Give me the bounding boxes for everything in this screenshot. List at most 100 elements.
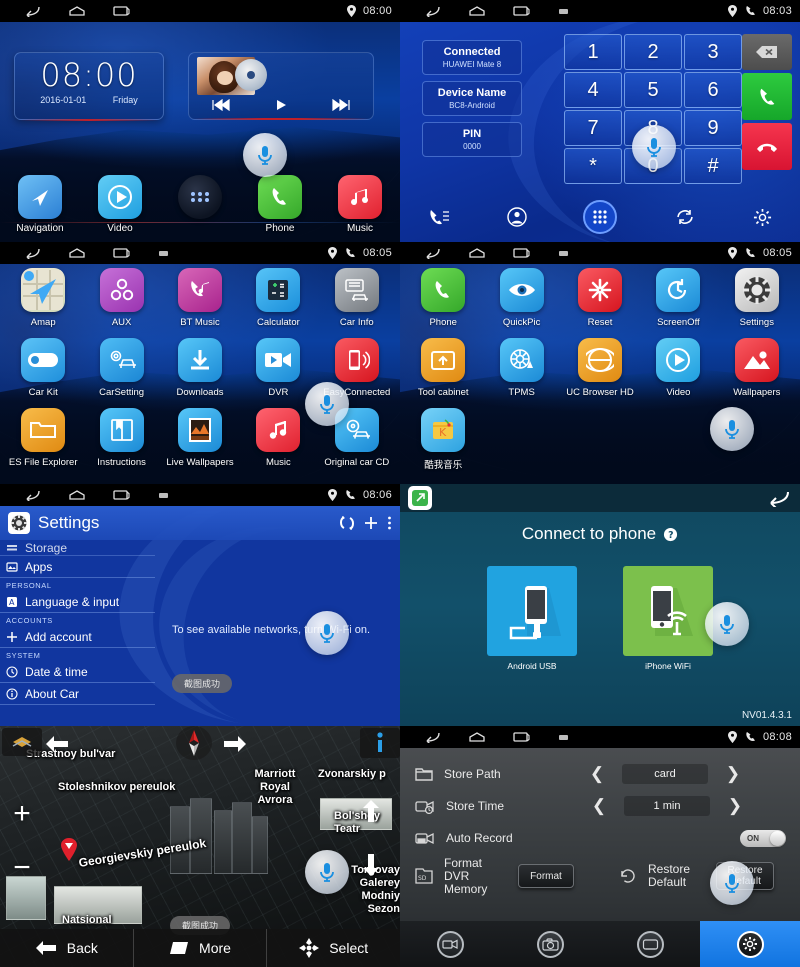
app-item-reset[interactable]: Reset — [561, 268, 639, 338]
screenshot-icon[interactable] — [558, 248, 570, 258]
voice-assistant-orb[interactable] — [705, 602, 749, 646]
app-item-settings[interactable]: Settings — [718, 268, 796, 338]
dial-key-6[interactable]: 6 — [684, 72, 742, 108]
contacts-icon[interactable] — [507, 207, 527, 227]
dvr-tab-camera[interactable] — [500, 921, 600, 967]
sync-icon[interactable] — [674, 208, 696, 226]
screenshot-icon[interactable] — [158, 248, 170, 258]
recents-icon[interactable] — [112, 489, 132, 501]
screenshot-icon[interactable] — [558, 732, 570, 742]
app-item-video[interactable]: Video — [639, 338, 717, 408]
back-icon[interactable] — [424, 247, 442, 259]
app-item-aux[interactable]: AUX — [82, 268, 160, 338]
zoom-in-button[interactable]: + — [6, 798, 38, 830]
app-item-carsetting[interactable]: CarSetting — [82, 338, 160, 408]
settings-row-date-time[interactable]: Date & time — [0, 661, 155, 683]
clock-widget[interactable]: 08:00 2016-01-01 Friday — [14, 52, 164, 121]
back-icon[interactable] — [424, 5, 442, 17]
app-item-es-file-explorer[interactable]: ES File Explorer — [4, 408, 82, 478]
call-log-icon[interactable] — [428, 208, 450, 226]
store-path-value[interactable]: card — [622, 764, 708, 784]
store-time-value[interactable]: 1 min — [624, 796, 710, 816]
next-value-button[interactable]: ❯ — [718, 764, 748, 784]
dock-item-phone[interactable]: Phone — [247, 175, 313, 234]
dial-key-star[interactable]: * — [564, 148, 622, 184]
next-track-icon[interactable] — [331, 99, 351, 111]
layers-icon[interactable] — [2, 728, 42, 756]
dial-key-2[interactable]: 2 — [624, 34, 682, 70]
prev-value-button[interactable]: ❮ — [582, 764, 612, 784]
dial-key-3[interactable]: 3 — [684, 34, 742, 70]
recents-icon[interactable] — [112, 247, 132, 259]
pan-up-icon[interactable] — [358, 798, 384, 824]
map-button-select[interactable]: Select — [267, 929, 400, 967]
app-item-bt-music[interactable]: BT Music — [161, 268, 239, 338]
home-icon[interactable] — [68, 489, 86, 501]
right-arrow-icon[interactable] — [222, 734, 248, 754]
app-item-calculator[interactable]: Calculator — [239, 268, 317, 338]
settings-row-language-input[interactable]: A Language & input — [0, 591, 155, 613]
dock-item-app-drawer[interactable] — [167, 175, 233, 223]
prev-track-icon[interactable] — [211, 99, 231, 111]
voice-assistant-orb[interactable] — [305, 382, 349, 426]
dvr-tab-settings[interactable] — [700, 921, 800, 967]
app-item-quickpic[interactable]: QuickPic — [482, 268, 560, 338]
app-item-tool-cabinet[interactable]: Tool cabinet — [404, 338, 482, 408]
auto-record-toggle[interactable]: ON — [740, 829, 786, 847]
pan-down-icon[interactable] — [358, 852, 384, 878]
add-icon[interactable] — [363, 515, 379, 531]
settings-row-apps[interactable]: Apps — [0, 556, 155, 578]
app-item-wallpapers[interactable]: Wallpapers — [718, 338, 796, 408]
screenshot-icon[interactable] — [558, 6, 570, 16]
app-item-amap[interactable]: Amap — [4, 268, 82, 338]
play-icon[interactable] — [274, 99, 288, 111]
dial-key-1[interactable]: 1 — [564, 34, 622, 70]
recents-icon[interactable] — [512, 247, 532, 259]
app-item-tpms[interactable]: TPMS — [482, 338, 560, 408]
back-icon[interactable] — [424, 731, 442, 743]
help-icon[interactable]: ? — [663, 527, 678, 542]
app-item-instructions[interactable]: Instructions — [82, 408, 160, 478]
app-item-car-info[interactable]: Car Info — [318, 268, 396, 338]
dock-item-video[interactable]: Video — [87, 175, 153, 234]
back-icon[interactable] — [24, 5, 42, 17]
next-value-button[interactable]: ❯ — [720, 796, 750, 816]
home-icon[interactable] — [468, 5, 486, 17]
map-button-more[interactable]: More — [133, 929, 268, 967]
recents-icon[interactable] — [512, 5, 532, 17]
dial-key-hash[interactable]: # — [684, 148, 742, 184]
settings-icon[interactable] — [753, 208, 772, 227]
screenshot-icon[interactable] — [158, 490, 170, 500]
media-player-widget[interactable] — [188, 52, 374, 120]
voice-assistant-orb[interactable] — [710, 861, 754, 905]
home-icon[interactable] — [468, 247, 486, 259]
mirror-card-iphone-wifi[interactable]: iPhone WiFi — [623, 566, 713, 671]
map-button-back[interactable]: Back — [0, 929, 134, 967]
app-item-uc-browser-hd[interactable]: UC Browser HD — [561, 338, 639, 408]
backspace-icon[interactable] — [742, 34, 792, 70]
overflow-icon[interactable] — [387, 515, 392, 531]
dock-item-navigation[interactable]: Navigation — [7, 175, 73, 234]
voice-assistant-orb[interactable] — [710, 407, 754, 451]
dial-key-9[interactable]: 9 — [684, 110, 742, 146]
dock-item-music[interactable]: Music — [327, 175, 393, 234]
call-icon[interactable] — [742, 73, 792, 120]
sync-icon[interactable] — [339, 515, 355, 531]
back-icon[interactable] — [24, 247, 42, 259]
back-icon[interactable] — [24, 489, 42, 501]
hangup-icon[interactable] — [742, 123, 792, 170]
dial-key-7[interactable]: 7 — [564, 110, 622, 146]
mirror-card-android-usb[interactable]: Android USB — [487, 566, 577, 671]
recents-icon[interactable] — [112, 5, 132, 17]
app-item-downloads[interactable]: Downloads — [161, 338, 239, 408]
dvr-tab-gallery[interactable] — [600, 921, 700, 967]
app-item-phone[interactable]: Phone — [404, 268, 482, 338]
app-item-music[interactable]: Music — [239, 408, 317, 478]
keypad-icon[interactable] — [583, 200, 618, 234]
home-icon[interactable] — [468, 731, 486, 743]
settings-row-storage[interactable]: Storage — [0, 540, 155, 556]
home-icon[interactable] — [68, 5, 86, 17]
app-item-car-kit[interactable]: Car Kit — [4, 338, 82, 408]
left-arrow-icon[interactable] — [44, 734, 70, 754]
zoom-out-button[interactable]: − — [6, 852, 38, 884]
